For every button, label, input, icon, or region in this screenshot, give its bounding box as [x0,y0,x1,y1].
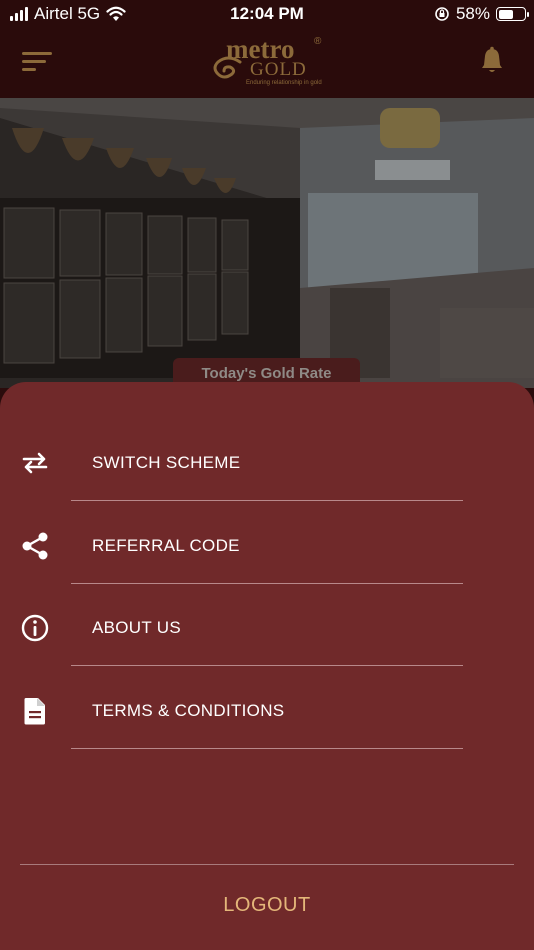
status-right: 58% [434,4,529,24]
store-banner-image [0,98,534,388]
menu-icon[interactable] [22,52,52,74]
menu-item-switch-scheme[interactable]: SWITCH SCHEME [0,419,534,501]
menu-item-terms-conditions[interactable]: TERMS & CONDITIONS [0,667,534,749]
logo-gold: GOLD [250,59,307,80]
info-icon [21,614,49,642]
side-drawer: SWITCH SCHEME REFERRAL CODE ABOUT US TER… [0,382,534,950]
divider [71,500,463,501]
logo-tagline: Enduring relationship in gold [246,80,322,86]
bell-icon[interactable] [480,46,504,74]
menu-item-about-us[interactable]: ABOUT US [0,584,534,666]
logo: metro ® GOLD Enduring relationship in go… [208,34,328,92]
logo-registered-mark: ® [314,36,322,47]
orientation-lock-icon [435,7,449,21]
divider [71,748,463,749]
swap-arrows-icon [22,452,48,474]
menu-item-label: REFERRAL CODE [92,536,240,555]
status-bar: Airtel 5G 12:04 PM 58% [0,0,534,28]
logout-divider [20,864,514,865]
app-header: metro ® GOLD Enduring relationship in go… [0,28,534,98]
menu-item-referral-code[interactable]: REFERRAL CODE [0,502,534,584]
battery-percent: 58% [455,4,490,23]
menu-item-label: ABOUT US [92,618,181,637]
logout-button[interactable]: LOGOUT [0,894,534,917]
menu-item-label: SWITCH SCHEME [92,453,241,472]
battery-level [498,9,513,19]
divider [71,665,463,666]
battery-icon [496,7,529,21]
share-icon [22,532,48,560]
document-icon [24,698,45,725]
menu-item-label: TERMS & CONDITIONS [92,701,285,720]
